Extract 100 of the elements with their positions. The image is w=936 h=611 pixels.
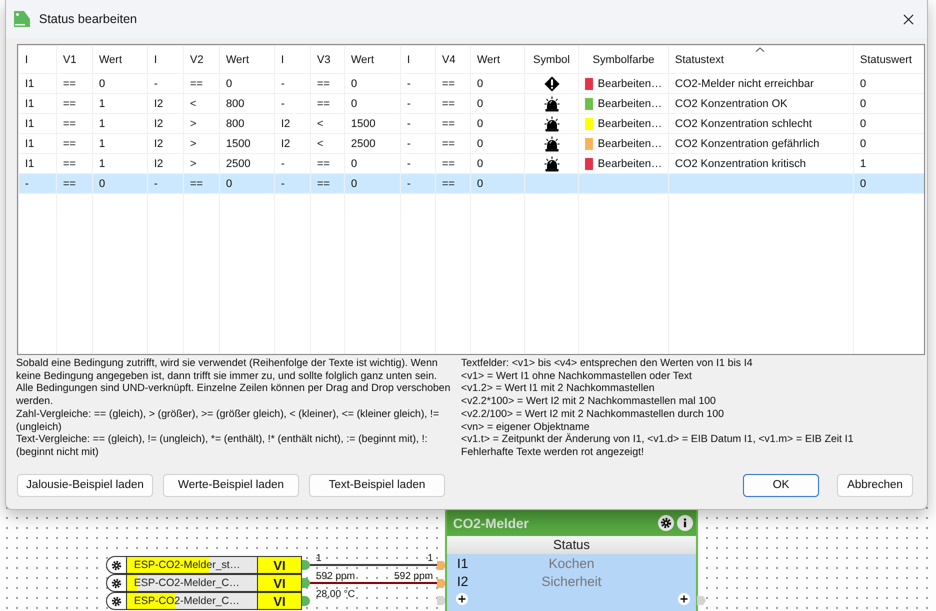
table-cell: 1 xyxy=(860,158,866,170)
column-header[interactable]: Wert xyxy=(92,46,148,74)
column-header[interactable]: Statustext xyxy=(668,46,854,74)
table-cell: == xyxy=(63,98,76,110)
column-header[interactable]: Wert xyxy=(470,46,524,74)
table-cell: - xyxy=(407,178,411,190)
ok-button[interactable]: OK xyxy=(743,474,819,497)
table-cell: - xyxy=(407,158,411,170)
table-cell: 0 xyxy=(860,138,866,150)
column-header[interactable]: V1 xyxy=(56,46,92,74)
gear-icon xyxy=(111,578,122,588)
table-cell: 0 xyxy=(351,98,358,110)
help-text: Zahl-Vergleiche: == (gleich), > (größer), >= (größer gleich), < (kleiner), <= (kleiner gleich), != (ungleich) xyxy=(16,408,440,434)
table-cell: 0 xyxy=(860,78,866,90)
table-cell: == xyxy=(63,158,76,170)
column-header[interactable]: V4 xyxy=(436,46,470,74)
table-cell: I2 xyxy=(154,118,164,130)
siren-icon xyxy=(544,136,560,152)
settings-button[interactable] xyxy=(106,592,126,610)
table-cell: 0 xyxy=(477,118,484,130)
logic-block[interactable]: CO2-Melder Status I1 Kochen I2 Sicherheit xyxy=(445,510,698,611)
table-cell: == xyxy=(442,158,455,170)
table-cell: 0 xyxy=(477,158,484,170)
siren-icon xyxy=(544,156,560,172)
table-cell: < xyxy=(317,118,324,130)
column-header[interactable]: Wert xyxy=(344,46,400,74)
table-cell: == xyxy=(442,98,455,110)
table-cell: CO2 Konzentration gefährlich xyxy=(675,138,820,150)
table-cell: == xyxy=(442,178,455,190)
table-cell: == xyxy=(317,98,330,110)
column-header[interactable]: Wert xyxy=(220,46,274,74)
port-description: Sicherheit xyxy=(540,574,603,588)
table-row[interactable]: - == 0 - == 0 - == 0 - == 0 0 xyxy=(18,174,924,194)
help-text: <v2.2*100> = Wert I2 mit 2 Nachkommastellen mal 100 xyxy=(461,396,717,409)
table-cell: I1 xyxy=(25,98,34,110)
load-example-button[interactable]: Text-Beispiel laden xyxy=(309,474,445,497)
table-row[interactable]: I1 == 1 I2 < 800 - == 0 - == 0 Bearbeiten… CO2 Konzentration OK 0 xyxy=(18,94,924,114)
help-text: Sobald eine Bedingung zutrifft, wird sie verwendet (Reihenfolge der Texte ist wichtig). Wenn keine Bedingung angegeben ist, dann trifft sie immer zu, und sollte folglich ganz unten sein. xyxy=(16,358,439,384)
table-cell: 800 xyxy=(226,98,244,110)
table-row[interactable]: I1 == 1 I2 > 1500 I2 < 2500 - == 0 Bearbeiten… CO2 Konzentration gefährlich 0 xyxy=(18,134,924,154)
add-icon[interactable] xyxy=(678,593,690,605)
table-row[interactable]: I1 == 0 - == 0 - == 0 - == 0 Bearbeiten… CO2-Melder nicht erreichbar 0 xyxy=(18,74,924,94)
load-example-button[interactable]: Jalousie-Beispiel laden xyxy=(17,474,153,497)
table-cell: - xyxy=(25,178,29,190)
table-cell: 1 xyxy=(99,158,106,170)
wire-value: 592 ppm xyxy=(394,571,433,582)
table-cell: 0 xyxy=(477,78,484,90)
column-header[interactable]: I xyxy=(18,46,56,74)
table-cell: 2500 xyxy=(351,138,376,150)
table-cell: 1 xyxy=(99,118,106,130)
window-title: Status bearbeiten xyxy=(39,12,138,26)
table-cell: == xyxy=(63,178,76,190)
table-cell: < xyxy=(190,98,196,110)
table-cell: == xyxy=(190,78,203,90)
table-cell: == xyxy=(317,178,330,190)
table-cell: - xyxy=(407,118,411,130)
table-cell: == xyxy=(63,78,76,90)
table-cell: - xyxy=(281,78,285,90)
siren-icon xyxy=(544,96,560,112)
add-icon[interactable] xyxy=(456,593,468,605)
load-example-button[interactable]: Werte-Beispiel laden xyxy=(163,474,299,497)
wire-value: 592 ppm xyxy=(316,571,355,582)
wire-value: 1 xyxy=(316,553,322,564)
settings-button[interactable] xyxy=(106,556,126,574)
settings-button[interactable] xyxy=(106,574,126,592)
table-cell: CO2 Konzentration schlecht xyxy=(675,118,812,130)
block-subtitle: Status xyxy=(447,536,696,554)
column-header[interactable]: I xyxy=(400,46,436,74)
close-icon[interactable] xyxy=(903,14,914,24)
sort-icon xyxy=(755,47,765,52)
table-cell: == xyxy=(317,158,330,170)
table-cell: 800 xyxy=(226,118,244,130)
siren-icon xyxy=(544,116,560,132)
column-header[interactable]: I xyxy=(148,46,184,74)
table-cell: - xyxy=(154,178,158,190)
column-header[interactable]: I xyxy=(274,46,310,74)
table-cell: 1500 xyxy=(351,118,376,130)
help-text: <v1.t> = Zeitpunkt der Änderung von I1, <v1.d> = EIB Datum I1, <v1.m> = EIB Zeit I1 xyxy=(461,434,854,447)
type-tag: VI xyxy=(258,556,302,574)
table-cell: 0 xyxy=(477,98,484,110)
column-header[interactable]: Symbol xyxy=(524,46,578,74)
table-cell: 0 xyxy=(351,158,358,170)
type-tag: VI xyxy=(258,592,302,610)
table-cell: 0 xyxy=(860,98,866,110)
column-header[interactable]: Symbolfarbe xyxy=(578,46,668,74)
settings-icon[interactable] xyxy=(658,515,674,531)
table-cell: CO2 Konzentration kritisch xyxy=(675,158,806,170)
table-cell: 2500 xyxy=(226,158,250,170)
table-cell: CO2 Konzentration OK xyxy=(675,98,788,110)
column-header[interactable]: V2 xyxy=(184,46,220,74)
table-cell: == xyxy=(317,78,330,90)
table-cell: == xyxy=(63,138,76,150)
column-header[interactable]: V3 xyxy=(310,46,344,74)
table-cell: 0 xyxy=(860,118,866,130)
cancel-button[interactable]: Abbrechen xyxy=(837,474,913,497)
table-cell: I2 xyxy=(281,138,290,150)
info-icon[interactable] xyxy=(677,515,693,531)
gear-icon xyxy=(111,560,122,570)
column-header[interactable]: Statuswert xyxy=(854,46,924,74)
table-row[interactable]: I1 == 1 I2 > 800 I2 < 1500 - == 0 Bearbeiten… CO2 Konzentration schlecht 0 xyxy=(18,114,924,134)
